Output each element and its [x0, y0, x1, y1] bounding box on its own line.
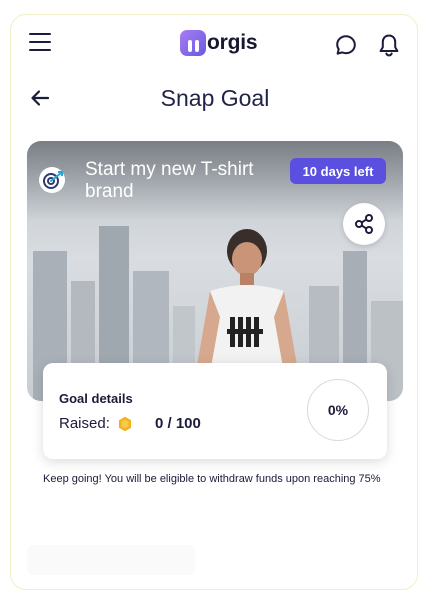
page-title: Snap Goal	[160, 85, 270, 111]
coin-icon	[119, 416, 131, 432]
raised-label: Raised:	[59, 415, 110, 432]
chat-icon[interactable]	[334, 33, 358, 57]
goal-hero-card: Start my new T-shirt brand 10 days left	[27, 141, 403, 401]
logo-text: orgis	[207, 31, 258, 54]
goal-details-title: Goal details	[59, 391, 133, 406]
progress-ring: 0%	[307, 379, 369, 441]
goal-title: Start my new T-shirt brand	[85, 159, 254, 202]
days-left-badge: 10 days left	[290, 158, 386, 184]
top-bar: orgis	[11, 15, 417, 73]
faded-placeholder	[27, 545, 195, 575]
menu-icon[interactable]	[29, 33, 51, 52]
bell-icon[interactable]	[377, 32, 401, 58]
goal-details-card: Goal details Raised: 0 / 100 0%	[43, 363, 387, 459]
share-icon	[355, 214, 373, 234]
logo: orgis	[180, 29, 258, 57]
share-button[interactable]	[343, 203, 385, 245]
withdraw-note: Keep going! You will be eligible to with…	[43, 473, 381, 485]
raised-value: 0 / 100	[155, 415, 201, 432]
app-frame: orgis Snap Goal Start my new T-shirt bra…	[10, 14, 418, 590]
logo-mark-icon	[180, 30, 206, 56]
target-icon	[39, 167, 65, 193]
progress-text: 0%	[327, 402, 349, 418]
